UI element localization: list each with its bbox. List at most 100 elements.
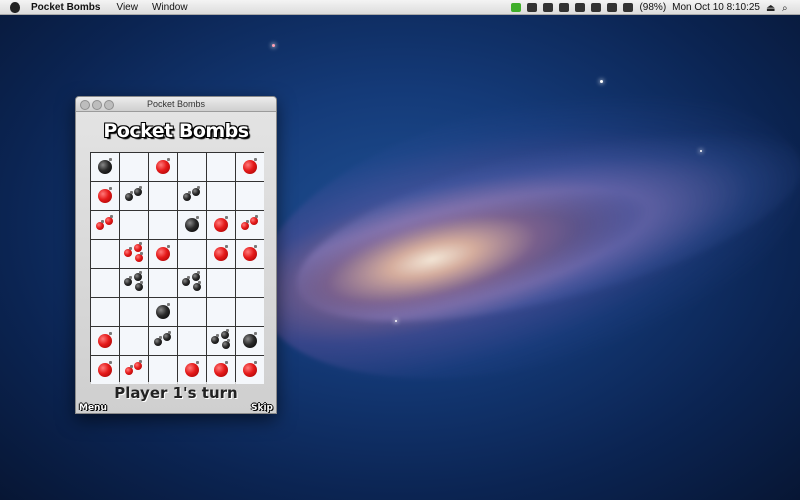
board-cell[interactable] [149, 269, 177, 297]
minimize-button[interactable] [92, 100, 102, 110]
board-cell[interactable] [91, 269, 119, 297]
menu-view[interactable]: View [116, 2, 138, 13]
red-bomb-icon [98, 187, 112, 203]
star [395, 320, 397, 322]
board-cell[interactable] [178, 356, 206, 384]
spotlight-search-icon[interactable]: ⌕ [782, 3, 792, 14]
board-cell[interactable] [236, 211, 264, 239]
menu-button[interactable]: Menu [79, 403, 107, 413]
board-cell[interactable] [91, 153, 119, 181]
board-cell[interactable] [91, 182, 119, 210]
close-button[interactable] [80, 100, 90, 110]
board-cell[interactable] [236, 356, 264, 384]
board-cell[interactable] [149, 327, 177, 355]
board-cell[interactable] [149, 182, 177, 210]
board-cell[interactable] [149, 298, 177, 326]
bluetooth-icon[interactable] [575, 2, 586, 12]
battery-percent: (98%) [639, 1, 667, 13]
red-bomb-icon [243, 158, 257, 174]
black-bomb-icon [221, 329, 229, 339]
board-cell[interactable] [207, 182, 235, 210]
board-cell[interactable] [91, 240, 119, 268]
board-cell[interactable] [207, 153, 235, 181]
red-bomb-icon [156, 245, 170, 261]
menu-window[interactable]: Window [152, 2, 188, 13]
skip-button[interactable]: Skip [251, 403, 273, 413]
board-cell[interactable] [120, 240, 148, 268]
menu-app-name[interactable]: Pocket Bombs [31, 2, 100, 13]
red-bomb-icon [96, 220, 104, 230]
red-bomb-icon [124, 247, 132, 257]
board-cell[interactable] [178, 298, 206, 326]
red-bomb-icon [98, 361, 112, 377]
board-cell[interactable] [178, 240, 206, 268]
board-cell[interactable] [91, 298, 119, 326]
black-bomb-icon [134, 186, 142, 196]
red-bomb-icon [134, 360, 142, 370]
board-cell[interactable] [178, 153, 206, 181]
board-cell[interactable] [207, 327, 235, 355]
board-cell[interactable] [91, 327, 119, 355]
red-bomb-icon [134, 242, 142, 252]
wifi-icon[interactable] [591, 2, 602, 12]
board-cell[interactable] [91, 356, 119, 384]
board-cell[interactable] [236, 153, 264, 181]
clock[interactable]: Mon Oct 10 8:10:25 [672, 2, 760, 13]
board-cell[interactable] [207, 211, 235, 239]
star [600, 80, 603, 83]
board-cell[interactable] [120, 356, 148, 384]
board-cell[interactable] [207, 298, 235, 326]
volume-icon[interactable] [607, 2, 618, 12]
board-cell[interactable] [207, 240, 235, 268]
red-bomb-icon [243, 361, 257, 377]
board-cell[interactable] [120, 298, 148, 326]
black-bomb-icon [192, 186, 200, 196]
black-bomb-icon [154, 336, 162, 346]
red-bomb-icon [243, 245, 257, 261]
board-cell[interactable] [120, 269, 148, 297]
board-cell[interactable] [236, 269, 264, 297]
black-bomb-icon [125, 191, 133, 201]
board-cell[interactable] [149, 211, 177, 239]
board-cell[interactable] [120, 153, 148, 181]
turn-indicator: Player 1's turn [114, 384, 238, 402]
red-bomb-icon [105, 215, 113, 225]
dropbox-icon[interactable] [527, 2, 538, 12]
zoom-button[interactable] [104, 100, 114, 110]
red-bomb-icon [156, 158, 170, 174]
evernote-icon[interactable] [511, 2, 522, 12]
star [272, 44, 275, 47]
board-cell[interactable] [178, 327, 206, 355]
board-cell[interactable] [91, 211, 119, 239]
black-bomb-icon [182, 276, 190, 286]
star [700, 150, 702, 152]
board-cell[interactable] [207, 269, 235, 297]
board-cell[interactable] [120, 327, 148, 355]
status-area: (98%) Mon Oct 10 8:10:25 ⏏ ⌕ [511, 0, 792, 14]
game-board [90, 152, 264, 384]
black-bomb-icon [156, 303, 170, 319]
apple-icon[interactable] [10, 1, 20, 13]
board-cell[interactable] [178, 182, 206, 210]
black-bomb-icon [98, 158, 112, 174]
board-cell[interactable] [120, 182, 148, 210]
board-cell[interactable] [207, 356, 235, 384]
board-cell[interactable] [236, 182, 264, 210]
board-cell[interactable] [236, 327, 264, 355]
board-cell[interactable] [120, 211, 148, 239]
window-titlebar[interactable]: Pocket Bombs [76, 97, 276, 112]
board-cell[interactable] [236, 240, 264, 268]
app-status-icon[interactable] [543, 2, 554, 12]
board-cell[interactable] [178, 269, 206, 297]
battery-icon[interactable] [623, 2, 634, 12]
board-cell[interactable] [149, 240, 177, 268]
red-bomb-icon [125, 365, 133, 375]
board-cell[interactable] [149, 153, 177, 181]
board-cell[interactable] [178, 211, 206, 239]
board-cell[interactable] [149, 356, 177, 384]
board-cell[interactable] [236, 298, 264, 326]
time-machine-icon[interactable] [559, 2, 570, 12]
eject-icon[interactable]: ⏏ [766, 3, 776, 14]
red-bomb-icon [241, 220, 249, 230]
black-bomb-icon [135, 281, 143, 291]
